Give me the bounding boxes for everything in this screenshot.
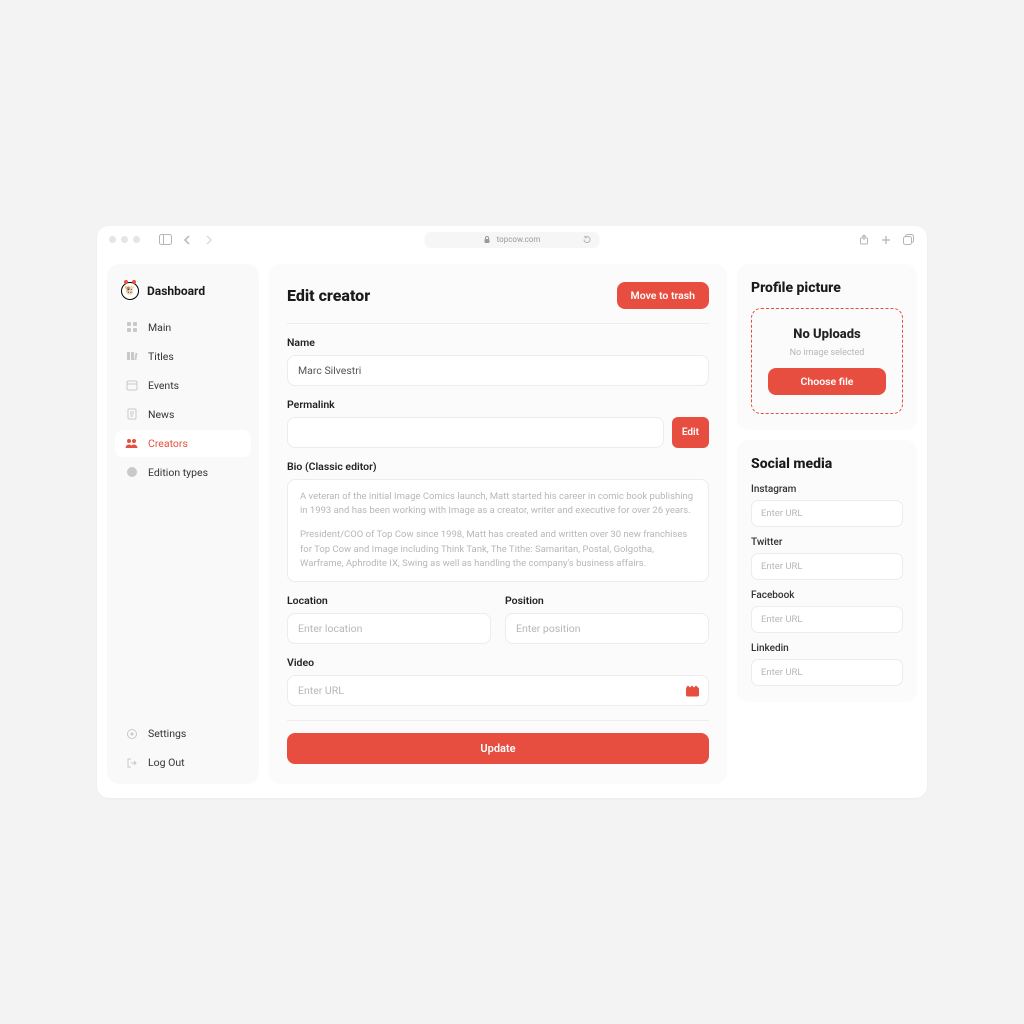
refresh-icon[interactable] [580, 233, 594, 247]
traffic-light-close[interactable] [109, 236, 116, 243]
position-input[interactable] [505, 613, 709, 644]
books-icon [125, 350, 138, 363]
sidebar-bottom: Settings Log Out [115, 720, 251, 776]
url-bar[interactable]: topcow.com [425, 232, 600, 248]
share-icon[interactable] [857, 233, 871, 247]
brand-title: Dashboard [147, 284, 205, 298]
no-image-text: No image selected [790, 348, 865, 358]
right-column: Profile picture No Uploads No image sele… [737, 264, 917, 784]
sidebar-item-label: Edition types [148, 466, 208, 479]
linkedin-label: Linkedin [751, 643, 903, 654]
sidebar-item-label: Main [148, 321, 171, 334]
sidebar-item-label: Titles [148, 350, 174, 363]
move-to-trash-button[interactable]: Move to trash [617, 282, 709, 309]
profile-picture-card: Profile picture No Uploads No image sele… [737, 264, 917, 430]
instagram-label: Instagram [751, 484, 903, 495]
video-input[interactable] [287, 675, 709, 706]
bio-editor[interactable]: A veteran of the initial Image Comics la… [287, 479, 709, 582]
video-icon [686, 685, 699, 696]
sidebar-item-label: Events [148, 379, 179, 392]
lock-icon [484, 236, 491, 244]
name-label: Name [287, 336, 709, 349]
sidebar-item-edition-types[interactable]: Edition types [115, 459, 251, 486]
sidebar-toggle-icon[interactable] [158, 233, 172, 247]
permalink-label: Permalink [287, 398, 709, 411]
twitter-label: Twitter [751, 537, 903, 548]
sidebar-item-events[interactable]: Events [115, 372, 251, 399]
url-text: topcow.com [497, 235, 541, 244]
sidebar-item-main[interactable]: Main [115, 314, 251, 341]
logout-icon [125, 756, 138, 769]
gear-icon [125, 727, 138, 740]
profile-picture-title: Profile picture [751, 280, 903, 296]
main-panel: Edit creator Move to trash Name Permalin… [269, 264, 727, 784]
brand-row: 🐮 Dashboard [115, 280, 251, 314]
location-label: Location [287, 594, 491, 607]
sidebar-item-settings[interactable]: Settings [115, 720, 251, 747]
upload-zone[interactable]: No Uploads No image selected Choose file [751, 308, 903, 414]
choose-file-button[interactable]: Choose file [768, 368, 886, 395]
sidebar-item-label: Log Out [148, 756, 185, 769]
grid-icon [125, 321, 138, 334]
sidebar-item-label: Settings [148, 727, 186, 740]
star-icon [125, 466, 138, 479]
sidebar-item-news[interactable]: News [115, 401, 251, 428]
nav-back-icon[interactable] [180, 233, 194, 247]
bio-paragraph-2: President/COO of Top Cow since 1998, Mat… [300, 528, 696, 571]
sidebar: 🐮 Dashboard Main Titles Events [107, 264, 259, 784]
document-icon [125, 408, 138, 421]
location-input[interactable] [287, 613, 491, 644]
browser-window: topcow.com 🐮 [97, 226, 927, 798]
permalink-input[interactable] [287, 417, 664, 448]
video-label: Video [287, 656, 709, 669]
outer-frame: topcow.com 🐮 [8, 8, 1016, 1016]
sidebar-item-label: Creators [148, 437, 188, 450]
social-media-card: Social media Instagram Twitter Facebook [737, 440, 917, 702]
social-media-title: Social media [751, 456, 903, 472]
app-content: 🐮 Dashboard Main Titles Events [97, 254, 927, 798]
brand-logo-icon: 🐮 [121, 282, 139, 300]
sidebar-item-label: News [148, 408, 174, 421]
page-title: Edit creator [287, 286, 370, 305]
update-button[interactable]: Update [287, 733, 709, 764]
divider [287, 720, 709, 721]
traffic-light-max[interactable] [133, 236, 140, 243]
sidebar-nav: Main Titles Events News [115, 314, 251, 486]
calendar-icon [125, 379, 138, 392]
twitter-input[interactable] [751, 553, 903, 580]
sidebar-item-logout[interactable]: Log Out [115, 749, 251, 776]
name-input[interactable] [287, 355, 709, 386]
facebook-input[interactable] [751, 606, 903, 633]
new-tab-icon[interactable] [879, 233, 893, 247]
no-uploads-text: No Uploads [793, 327, 860, 342]
facebook-label: Facebook [751, 590, 903, 601]
permalink-edit-button[interactable]: Edit [672, 417, 709, 448]
users-icon [125, 437, 138, 450]
linkedin-input[interactable] [751, 659, 903, 686]
bio-label: Bio (Classic editor) [287, 460, 709, 473]
browser-titlebar: topcow.com [97, 226, 927, 254]
tabs-icon[interactable] [901, 233, 915, 247]
main-header: Edit creator Move to trash [287, 282, 709, 324]
traffic-lights [109, 236, 140, 243]
traffic-light-min[interactable] [121, 236, 128, 243]
position-label: Position [505, 594, 709, 607]
instagram-input[interactable] [751, 500, 903, 527]
bio-paragraph-1: A veteran of the initial Image Comics la… [300, 490, 696, 519]
sidebar-item-creators[interactable]: Creators [115, 430, 251, 457]
sidebar-item-titles[interactable]: Titles [115, 343, 251, 370]
nav-forward-icon[interactable] [202, 233, 216, 247]
